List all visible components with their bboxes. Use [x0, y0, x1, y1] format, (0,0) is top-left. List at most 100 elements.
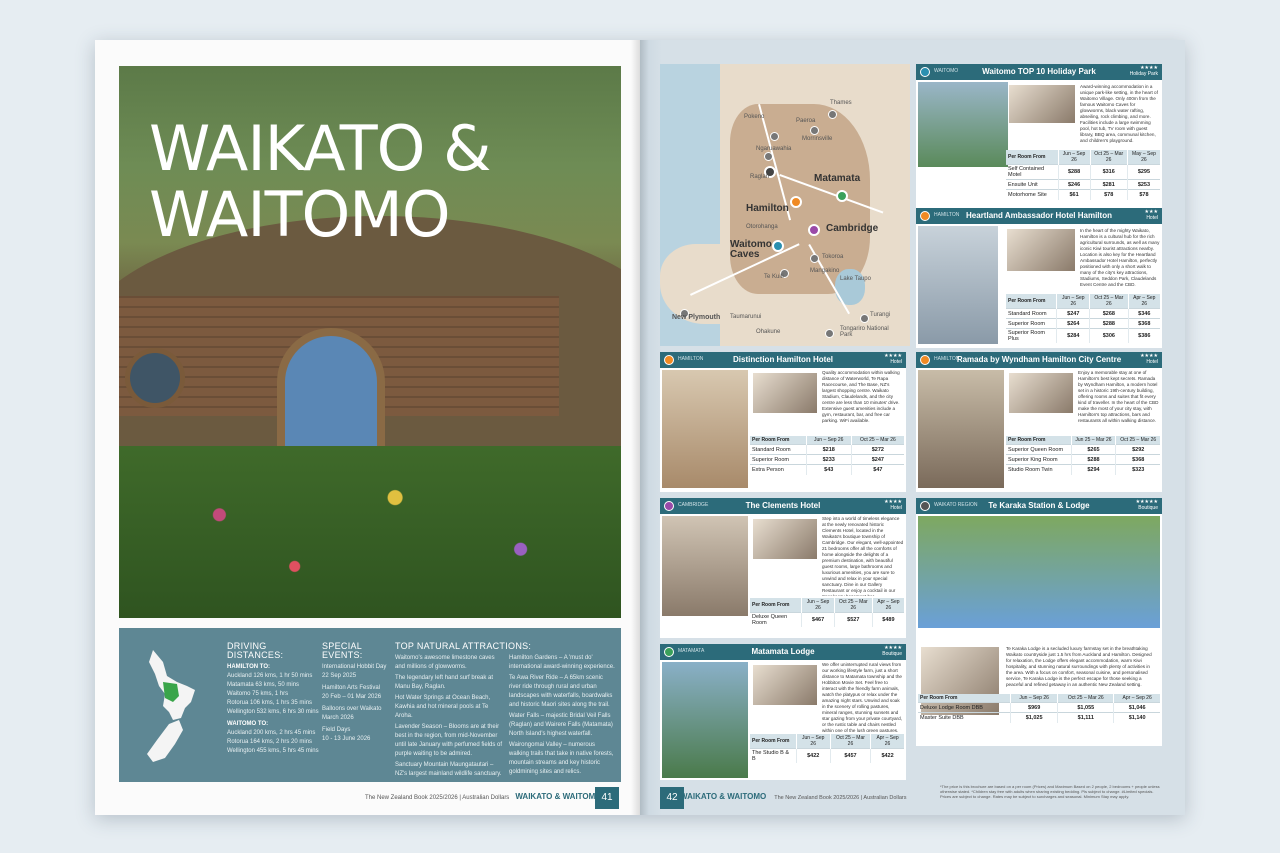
town-dot — [860, 314, 869, 323]
rate-cell: Standard Room — [1006, 308, 1057, 319]
star-rating: ★★★★ Holiday Park — [1130, 65, 1158, 77]
rate-cell: $323 — [1115, 464, 1160, 475]
rate-cell: $1,140 — [1113, 712, 1160, 723]
rate-column-header: Jun 25 – Mar 26 — [1070, 436, 1116, 445]
hotel-name: The Clements Hotel — [745, 501, 821, 510]
map-label-hamilton: Hamilton — [746, 203, 789, 214]
rate-column-header: Oct 25 – Mar 26 — [829, 734, 871, 749]
rate-column-header: Per Room From — [918, 694, 1011, 703]
rate-table: Per Room From Jun 25 – Mar 26 Oct 25 – Mar… — [1006, 436, 1160, 475]
rate-cell: Ensuite Unit — [1006, 179, 1059, 190]
table-row: Studio Room Twin $294 $323 — [1006, 464, 1160, 475]
hotel-name: Distinction Hamilton Hotel — [733, 355, 833, 364]
table-row: Deluxe Queen Room $467 $527 $489 — [750, 612, 904, 627]
map-label: Tongariro National Park — [840, 326, 889, 338]
room-photo — [752, 518, 818, 560]
rate-column-header: Jun – Sep 26 — [1056, 294, 1090, 309]
hotel-card: HAMILTON Ramada by Wyndham Hamilton City … — [916, 352, 1162, 492]
new-zealand-map-icon — [147, 650, 195, 762]
rate-table: Per Room From Jun – Sep 26 Oct 25 – Mar 26… — [750, 436, 904, 475]
hotel-description: Quality accommodation within walking dis… — [822, 370, 900, 423]
table-row: Superior Room Plus $284 $306 $386 — [1006, 328, 1160, 343]
event-name: International Hobbit Day — [322, 664, 387, 670]
rate-column-header: Oct 25 – Mar 26 — [1089, 150, 1128, 165]
rate-cell: $288 — [1089, 318, 1129, 329]
hotel-card: HAMILTON Distinction Hamilton Hotel ★★★★ Ho… — [660, 352, 906, 492]
event-name: Field Days — [322, 727, 351, 733]
room-photo — [752, 664, 818, 706]
star-rating: ★★★★★ Boutique — [1136, 499, 1158, 511]
table-row: Superior Queen Room $265 $292 — [1006, 444, 1160, 455]
rate-cell: Studio Room Twin — [1006, 464, 1071, 475]
rate-column-header: Jun – Sep 26 — [801, 598, 835, 613]
rate-cell: Self Contained Motel — [1006, 164, 1059, 180]
hotel-card: HAMILTON Heartland Ambassador Hotel Hamil… — [916, 208, 1162, 348]
rate-cell: $1,055 — [1057, 702, 1114, 713]
table-row: Superior Room $233 $247 — [750, 454, 904, 465]
natural-attractions-col1: TOP NATURAL ATTRACTIONS: Waitomo's aweso… — [395, 642, 531, 781]
rate-cell: $247 — [1056, 308, 1090, 319]
map-label-otorohanga: Otorohanga — [746, 224, 778, 230]
event-date: 22 Sep 2025 — [322, 673, 357, 679]
rate-column-header: Jun – Sep 26 — [805, 436, 852, 445]
rate-cell: $253 — [1126, 179, 1160, 190]
map-label: Lake Taupo — [840, 276, 871, 282]
distance-item: Auckland 200 kms, 2 hrs 45 mins — [227, 730, 316, 736]
map-label: Raglan — [750, 174, 770, 180]
hotel-card: CAMBRIDGE The Clements Hotel ★★★★ Hotel Step… — [660, 498, 906, 638]
waitomo-to-label: WAITOMO TO: — [227, 721, 269, 727]
rate-cell: Deluxe Lodge Room DBB — [918, 702, 1011, 713]
rate-table: Per Room From Jun – Sep 26 Oct 25 – Mar 26… — [918, 694, 1160, 723]
map-label: Paeroa — [796, 118, 816, 124]
driving-distances: DRIVING DISTANCES: HAMILTON TO: Auckland… — [227, 642, 319, 756]
rate-cell: Superior Room Plus — [1006, 328, 1057, 343]
map-label: Taumarunui — [730, 314, 762, 320]
rate-cell: $272 — [850, 444, 904, 455]
hotel-card-header: MATAMATA Matamata Lodge ★★★★ Boutique — [660, 644, 906, 660]
rate-cell: $265 — [1070, 444, 1116, 455]
rate-cell: $1,111 — [1057, 712, 1114, 723]
rate-cell: $422 — [870, 748, 904, 763]
rate-cell: $218 — [805, 444, 852, 455]
table-row: Standard Room $247 $268 $346 — [1006, 308, 1160, 319]
hotel-card-header: CAMBRIDGE The Clements Hotel ★★★★ Hotel — [660, 498, 906, 514]
rate-cell: $288 — [1070, 454, 1116, 465]
attraction-item: Hot Water Springs at Ocean Beach, Kawhia… — [395, 695, 491, 719]
distance-item: Auckland 126 kms, 1 hr 50 mins — [227, 673, 313, 679]
star-rating: ★★★★ Hotel — [884, 499, 902, 511]
rate-cell: $346 — [1127, 308, 1160, 319]
page-number-left: 41 — [595, 787, 619, 809]
hotel-name: Matamata Lodge — [751, 647, 815, 656]
distance-item: Rotorua 164 kms, 2 hrs 20 mins — [227, 739, 313, 745]
hotel-card: WAIKATO REGION Te Karaka Station & Lodge ★… — [916, 498, 1162, 746]
hamilton-pin — [790, 196, 802, 208]
special-events: SPECIAL EVENTS: International Hobbit Day… — [322, 642, 392, 744]
hotel-photo — [662, 516, 748, 616]
rate-cell: $292 — [1115, 444, 1160, 455]
hotel-description: Award-winning accommodation in a unique … — [1080, 84, 1158, 143]
attraction-item: Wairongomai Valley – numerous walking tr… — [509, 742, 614, 775]
rate-cell: $43 — [805, 464, 852, 475]
rate-table: Per Room From Jun – Sep 26 Oct 25 – Mar 26… — [1006, 294, 1160, 343]
rate-column-header: Apr – Sep 26 — [1127, 294, 1160, 309]
table-row: Superior Room $264 $288 $368 — [1006, 318, 1160, 329]
rate-cell: $294 — [1070, 464, 1116, 475]
table-row: Motorhome Site $61 $78 $78 — [1006, 189, 1160, 200]
rate-cell: $61 — [1057, 189, 1091, 200]
rate-cell: $247 — [850, 454, 904, 465]
rate-cell: Superior King Room — [1006, 454, 1071, 465]
rate-table: Per Room From Jun – Sep 26 Oct 25 – Mar 26… — [750, 734, 904, 763]
rate-column-header: Per Room From — [750, 436, 807, 445]
room-photo — [1006, 228, 1076, 272]
town-dot — [825, 329, 834, 338]
hotel-description: Step into a world of timeless elegance a… — [822, 516, 904, 596]
rate-cell: Superior Queen Room — [1006, 444, 1071, 455]
town-dot — [764, 152, 773, 161]
map-label: Ohakune — [756, 329, 781, 335]
room-photo — [1008, 84, 1076, 124]
right-footer: WAIKATO & WAITOMO The New Zealand Book 20… — [680, 792, 907, 801]
cambridge-pin — [808, 224, 820, 236]
hotel-name: Te Karaka Station & Lodge — [988, 501, 1090, 510]
map-label: Morrinsville — [802, 136, 833, 142]
hotel-description: Enjoy a memorable stay at one of Hamilto… — [1078, 370, 1159, 423]
